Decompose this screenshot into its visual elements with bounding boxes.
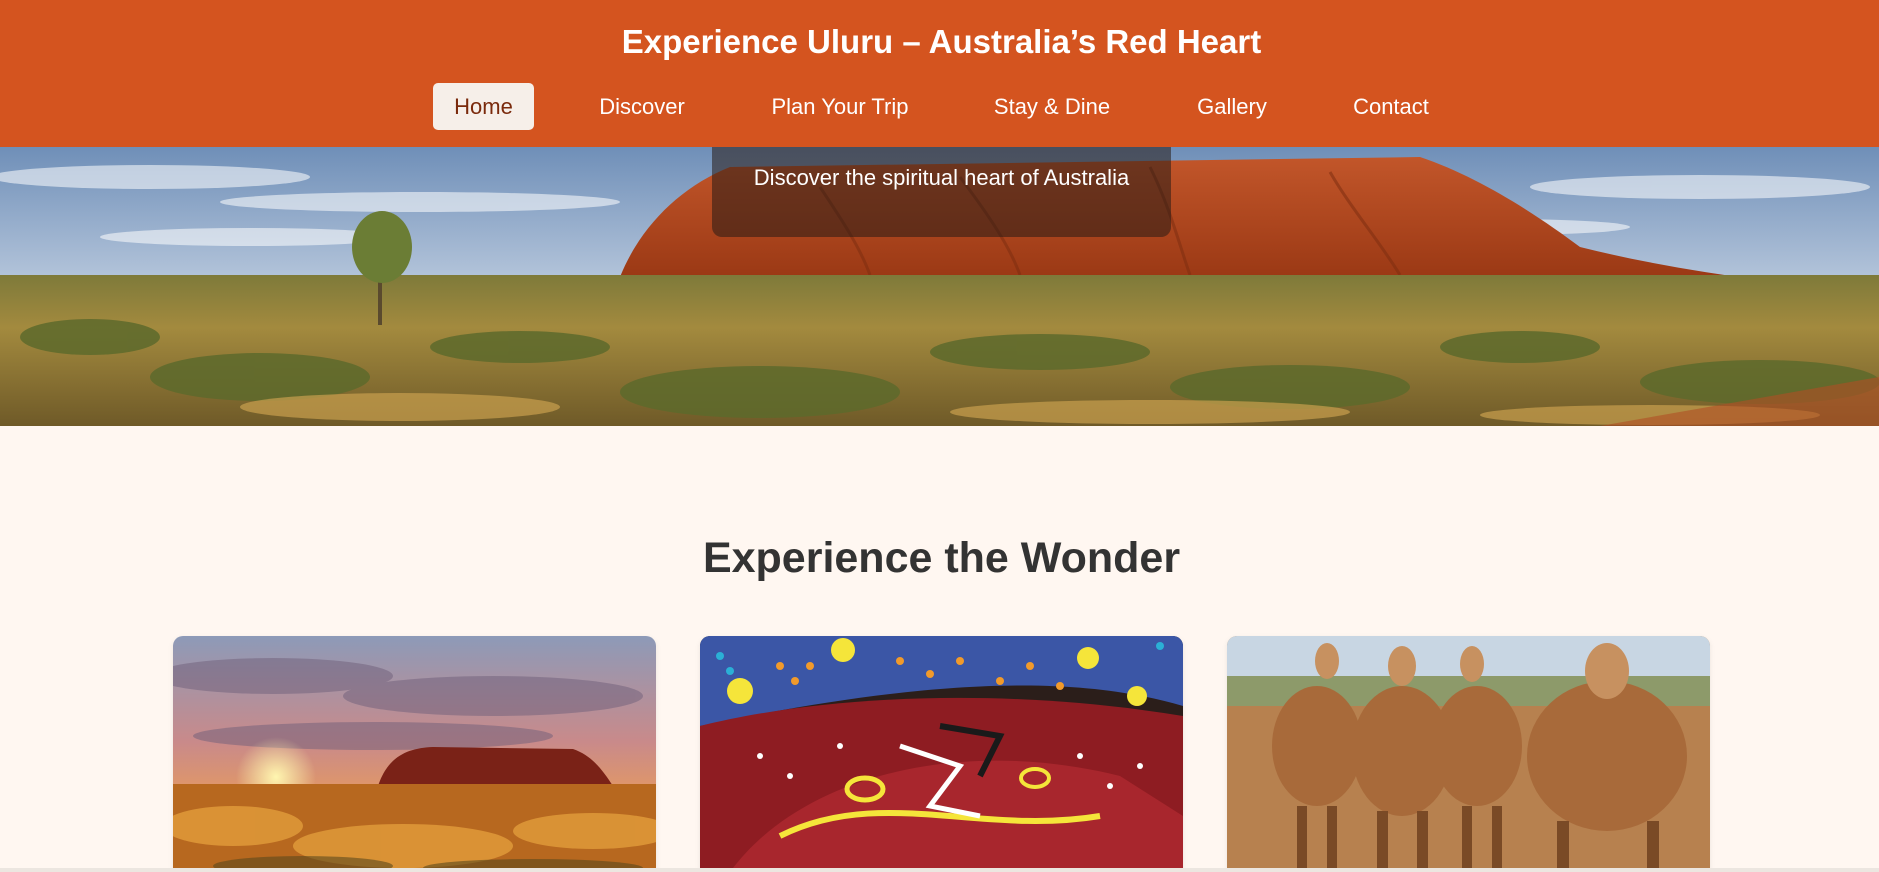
nav-item-discover[interactable]: Discover: [582, 83, 702, 130]
hero-caption: Discover the spiritual heart of Australi…: [712, 147, 1171, 237]
camels-image: [1227, 636, 1710, 872]
hero-banner: Discover the spiritual heart of Australi…: [0, 147, 1879, 426]
hero-tagline: Discover the spiritual heart of Australi…: [753, 165, 1130, 190]
nav-item-plan-your-trip[interactable]: Plan Your Trip: [758, 83, 922, 130]
nav-item-stay-dine[interactable]: Stay & Dine: [978, 83, 1126, 130]
uluru-sunset-image: [173, 636, 656, 872]
card-camels[interactable]: [1227, 636, 1710, 872]
section-title: Experience the Wonder: [702, 534, 1181, 582]
card-uluru-sunset[interactable]: [173, 636, 656, 872]
site-title: Experience Uluru – Australia’s Red Heart: [621, 23, 1262, 60]
nav-item-gallery[interactable]: Gallery: [1182, 83, 1282, 130]
card-aboriginal-art[interactable]: [700, 636, 1183, 872]
viewport-bottom-edge: [0, 868, 1879, 872]
nav-item-contact[interactable]: Contact: [1338, 83, 1444, 130]
aboriginal-dot-painting-image: [700, 636, 1183, 872]
main-nav: Home Discover Plan Your Trip Stay & Dine…: [0, 83, 1879, 131]
nav-item-home[interactable]: Home: [433, 83, 534, 130]
site-header: Experience Uluru – Australia’s Red Heart…: [0, 0, 1879, 147]
